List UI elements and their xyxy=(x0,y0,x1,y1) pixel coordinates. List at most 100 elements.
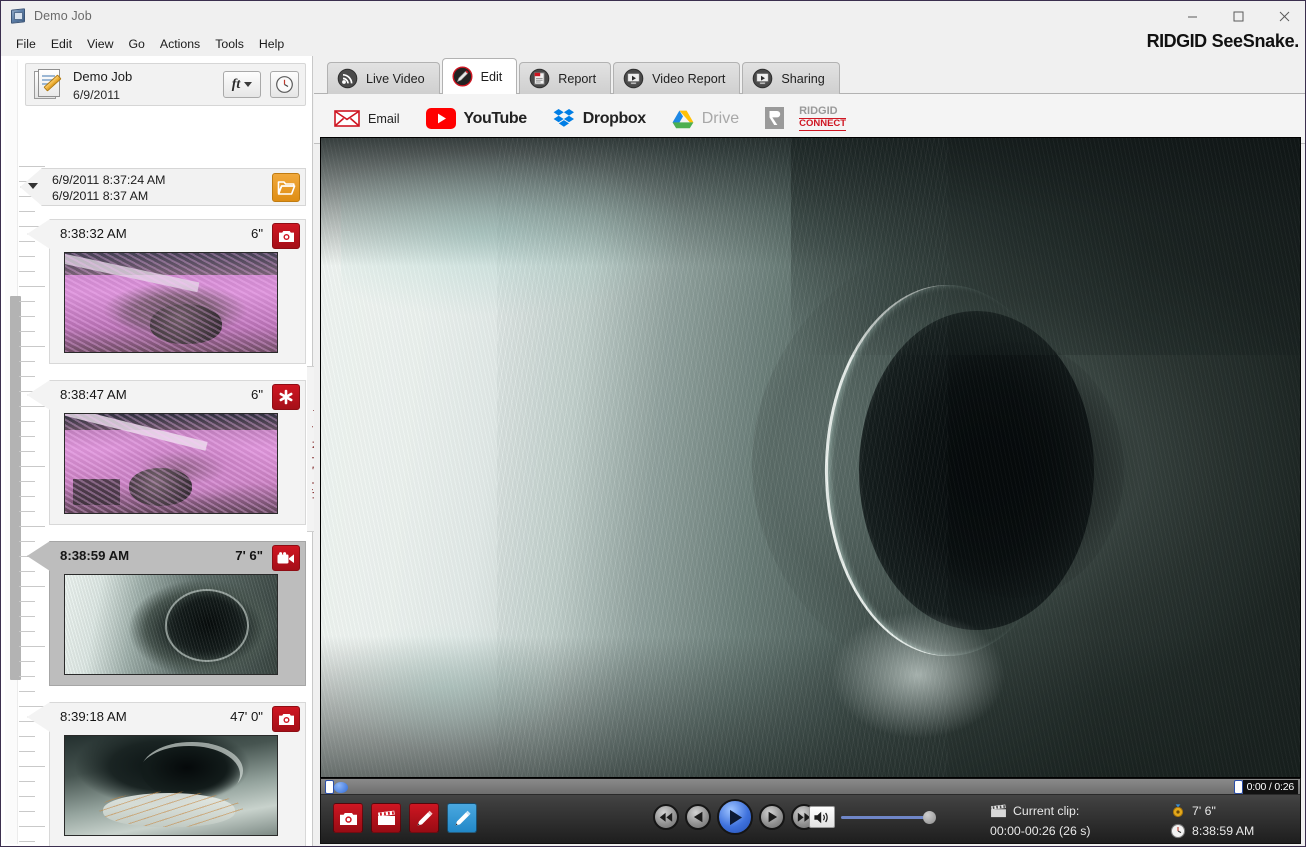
ruler-tick xyxy=(19,286,45,287)
current-clip-timestamp: 8:38:59 AM xyxy=(1192,824,1254,838)
clapper-icon xyxy=(990,804,1007,818)
job-document-icon xyxy=(34,69,63,100)
entry-badge-video[interactable] xyxy=(272,545,300,571)
share-youtube-button[interactable]: YouTube xyxy=(426,108,527,129)
unit-select[interactable]: ft xyxy=(223,71,261,98)
edit-tool-buttons xyxy=(333,803,477,833)
tab-bar: Live Video Edit xyxy=(327,58,842,94)
navigator-entry[interactable]: 8:39:18 AM 47' 0" xyxy=(49,702,306,847)
ruler-tick xyxy=(19,526,45,527)
tab-live-video[interactable]: Live Video xyxy=(327,62,440,94)
entry-thumbnail[interactable] xyxy=(64,735,278,836)
clapper-icon xyxy=(377,810,396,826)
pipe-photo-pink-debris-2 xyxy=(65,414,277,513)
navigator-entry[interactable]: 8:38:47 AM 6" xyxy=(49,380,306,525)
maximize-button[interactable] xyxy=(1215,1,1261,31)
playback-bar: 0:00 / 0:26 xyxy=(320,778,1301,844)
entry-thumbnail[interactable] xyxy=(64,252,278,353)
triangle-right-icon xyxy=(767,811,778,823)
volume-slider[interactable] xyxy=(841,816,931,819)
job-clock-button[interactable] xyxy=(270,71,299,98)
asterisk-icon xyxy=(278,389,294,405)
transport-controls xyxy=(653,799,817,835)
entry-badge-photo[interactable] xyxy=(272,223,300,249)
tab-video-report[interactable]: Video Report xyxy=(613,62,740,94)
pencil-blue-icon xyxy=(453,809,472,828)
menu-view[interactable]: View xyxy=(80,34,120,54)
volume-mute-button[interactable] xyxy=(809,806,835,828)
job-title: Demo Job xyxy=(73,67,132,87)
ruler-tick xyxy=(19,736,35,737)
scrub-position-handle[interactable] xyxy=(334,782,348,793)
camera-icon xyxy=(339,811,358,826)
minimize-button[interactable] xyxy=(1169,1,1215,31)
entry-thumbnail[interactable] xyxy=(64,574,278,675)
title-bar: Demo Job xyxy=(1,1,1306,31)
menu-actions[interactable]: Actions xyxy=(153,34,207,54)
ruler-tick xyxy=(19,601,35,602)
rewind-button[interactable] xyxy=(653,804,679,830)
ruler-tick xyxy=(19,166,45,167)
annotate-tool-button[interactable] xyxy=(409,803,439,833)
draw-tool-button[interactable] xyxy=(447,803,477,833)
video-scrubber[interactable]: 0:00 / 0:26 xyxy=(321,779,1300,795)
play-button[interactable] xyxy=(717,799,753,835)
scrub-start-marker[interactable] xyxy=(325,780,334,794)
share-email-button[interactable]: Email xyxy=(334,109,400,128)
navigator-scrollbar[interactable] xyxy=(5,60,18,844)
snapshot-tool-button[interactable] xyxy=(333,803,363,833)
triangle-down-icon[interactable] xyxy=(28,183,38,189)
navigator-entry[interactable]: 8:38:32 AM 6" xyxy=(49,219,306,364)
session-datetime-primary: 6/9/2011 8:37:24 AM xyxy=(52,173,165,187)
menu-file[interactable]: File xyxy=(9,34,43,54)
current-clip-info: Current clip: 7' 6" 00:00-00:26 (26 s) xyxy=(990,801,1290,841)
menu-tools[interactable]: Tools xyxy=(208,34,251,54)
dropbox-icon xyxy=(553,108,575,129)
menu-bar: File Edit View Go Actions Tools Help xyxy=(1,31,1306,56)
brand-seesnake: SeeSnake. xyxy=(1212,31,1299,51)
close-button[interactable] xyxy=(1261,1,1306,31)
volume-slider-handle[interactable] xyxy=(923,811,936,824)
step-forward-button[interactable] xyxy=(759,804,785,830)
counter-icon xyxy=(1170,803,1186,819)
clip-tool-button[interactable] xyxy=(371,803,401,833)
chevron-down-icon xyxy=(244,82,252,87)
time-display: 0:00 / 0:26 xyxy=(1243,780,1298,794)
tab-sharing[interactable]: Sharing xyxy=(742,62,839,94)
speaker-icon xyxy=(813,810,831,825)
ruler-tick xyxy=(19,796,35,797)
tab-report[interactable]: Report xyxy=(519,62,611,94)
navigator-entry-selected[interactable]: 8:38:59 AM 7' 6" xyxy=(49,541,306,686)
share-ridgid-connect-button[interactable]: RIDGID CONNECT xyxy=(765,106,846,131)
entry-distance: 6" xyxy=(251,387,263,402)
menu-edit[interactable]: Edit xyxy=(44,34,79,54)
step-back-button[interactable] xyxy=(685,804,711,830)
entry-badge-photo[interactable] xyxy=(272,706,300,732)
pipe-inspection-video-frame xyxy=(321,138,1300,777)
photo-icon xyxy=(278,712,295,726)
share-label: YouTube xyxy=(464,110,527,128)
brand-logo: RIDGIDSeeSnake. xyxy=(1147,31,1299,52)
session-datetime-secondary: 6/9/2011 8:37 AM xyxy=(52,189,148,203)
open-folder-button[interactable] xyxy=(272,173,300,202)
app-icon xyxy=(10,8,26,24)
share-dropbox-button[interactable]: Dropbox xyxy=(553,108,646,129)
entry-thumbnail[interactable] xyxy=(64,413,278,514)
ruler-tick xyxy=(19,421,35,422)
tab-edit[interactable]: Edit xyxy=(442,58,518,94)
menu-go[interactable]: Go xyxy=(121,34,151,54)
play-icon xyxy=(728,809,743,826)
share-drive-button[interactable]: Drive xyxy=(672,109,739,129)
session-row[interactable]: 6/9/2011 8:37:24 AM 6/9/2011 8:37 AM xyxy=(41,168,306,206)
tab-label: Edit xyxy=(481,70,503,84)
ruler-tick xyxy=(19,301,35,302)
pencil-circle-icon xyxy=(452,66,473,87)
clock-icon xyxy=(275,75,294,94)
clock-icon xyxy=(1170,823,1186,839)
ruler-tick xyxy=(19,766,45,767)
volume-control[interactable] xyxy=(809,806,931,828)
menu-help[interactable]: Help xyxy=(252,34,291,54)
video-viewport[interactable] xyxy=(320,137,1301,778)
ruler-tick xyxy=(19,691,35,692)
entry-badge-asterisk[interactable] xyxy=(272,384,300,410)
